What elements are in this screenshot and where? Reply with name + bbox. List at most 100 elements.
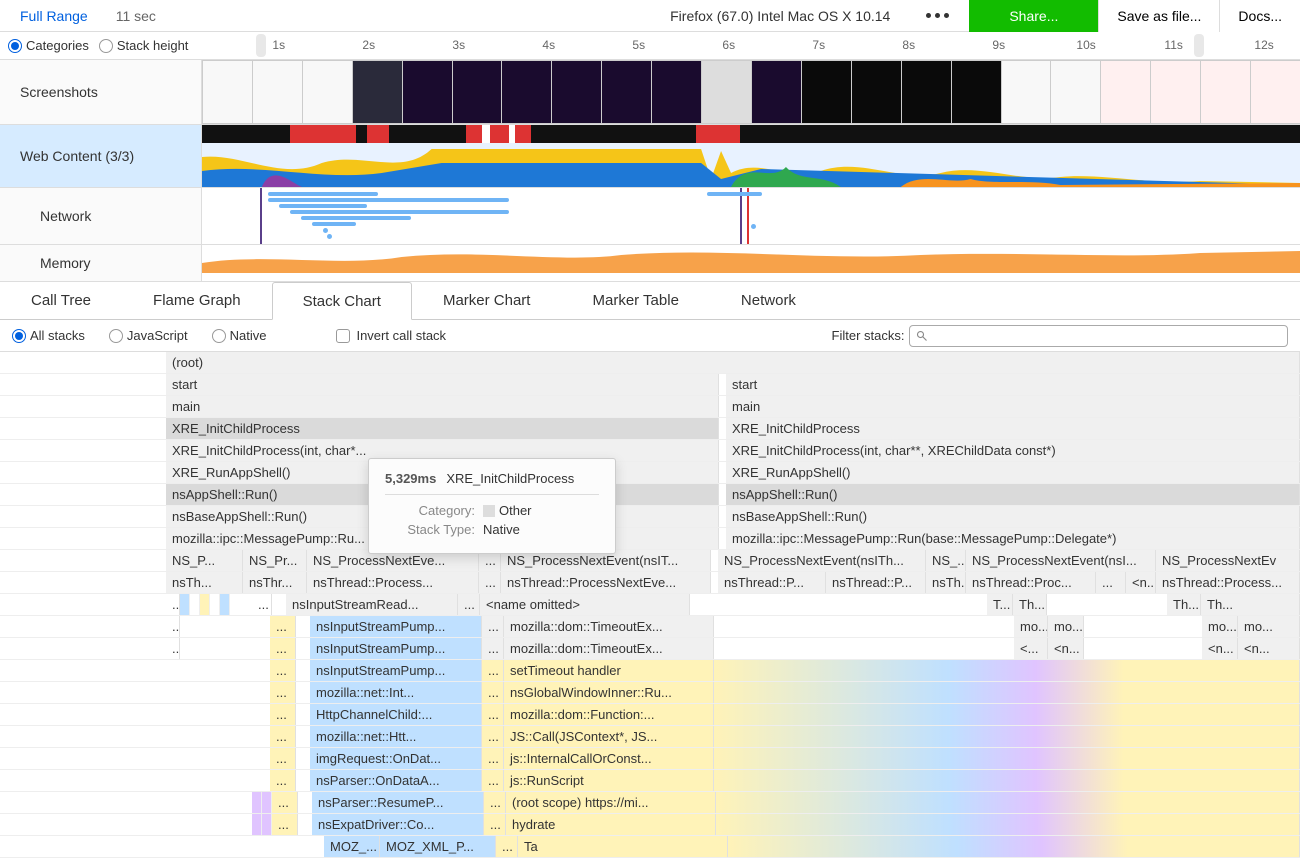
stack-frame[interactable]: ...: [272, 814, 298, 835]
stack-frame[interactable]: XRE_InitChildProcess: [726, 418, 1300, 439]
stack-frame[interactable]: mozilla::ipc::MessagePump::Run(base::Mes…: [726, 528, 1300, 549]
stack-frame[interactable]: mozilla::net::Htt...: [310, 726, 482, 747]
stack-frame[interactable]: ...: [270, 638, 296, 659]
native-radio[interactable]: Native: [212, 328, 267, 343]
stack-frame[interactable]: [714, 770, 1300, 791]
stack-frame[interactable]: nsTh...: [926, 572, 966, 593]
stack-frame[interactable]: <n...: [1238, 638, 1300, 659]
stack-frame[interactable]: [714, 726, 1300, 747]
stack-frame[interactable]: nsThread::Process...: [1156, 572, 1300, 593]
stack-frame[interactable]: nsGlobalWindowInner::Ru...: [504, 682, 714, 703]
stack-frame[interactable]: ...: [482, 704, 504, 725]
stack-frame[interactable]: NS_...: [926, 550, 966, 571]
stack-frame[interactable]: HttpChannelChild:...: [310, 704, 482, 725]
stack-frame[interactable]: [716, 792, 1300, 813]
stack-frame[interactable]: hydrate: [506, 814, 716, 835]
filter-stacks-input[interactable]: [909, 325, 1288, 347]
stack-frame[interactable]: mozilla::dom::TimeoutEx...: [504, 616, 714, 637]
stack-frame[interactable]: imgRequest::OnDat...: [310, 748, 482, 769]
stack-frame[interactable]: nsBaseAppShell::Run(): [726, 506, 1300, 527]
stack-frame[interactable]: XRE_RunAppShell(): [726, 462, 1300, 483]
stack-frame[interactable]: NS_ProcessNextEvent(nsITh...: [718, 550, 926, 571]
categories-radio[interactable]: Categories: [8, 38, 89, 53]
stack-frame[interactable]: nsThr...: [243, 572, 307, 593]
docs-button[interactable]: Docs...: [1219, 0, 1300, 32]
stack-frame[interactable]: mo...: [1048, 616, 1084, 637]
time-ruler[interactable]: 1s 2s 3s 4s 5s 6s 7s 8s 9s 10s 11s 12s: [238, 32, 1300, 59]
stack-frame[interactable]: mo...: [1238, 616, 1300, 637]
stack-frame[interactable]: (root): [166, 352, 1300, 373]
stack-frame[interactable]: NS_Pr...: [243, 550, 307, 571]
tab-marker-chart[interactable]: Marker Chart: [412, 282, 562, 319]
stack-frame[interactable]: [714, 748, 1300, 769]
stack-frame[interactable]: mozilla::net::Int...: [310, 682, 482, 703]
save-file-button[interactable]: Save as file...: [1098, 0, 1219, 32]
stack-frame[interactable]: XRE_InitChildProcess(int, char**, XREChi…: [726, 440, 1300, 461]
stack-frame[interactable]: ...: [272, 792, 298, 813]
stack-frame[interactable]: [728, 836, 1300, 857]
tab-flame-graph[interactable]: Flame Graph: [122, 282, 272, 319]
stack-frame[interactable]: start: [166, 374, 719, 395]
stack-height-radio[interactable]: Stack height: [99, 38, 189, 53]
stack-frame[interactable]: NS_P...: [166, 550, 243, 571]
stack-frame[interactable]: [716, 814, 1300, 835]
invert-checkbox[interactable]: Invert call stack: [336, 328, 446, 343]
stack-frame[interactable]: ...: [270, 770, 296, 791]
stack-frame[interactable]: ...: [270, 682, 296, 703]
stack-frame[interactable]: JS::Call(JSContext*, JS...: [504, 726, 714, 747]
javascript-radio[interactable]: JavaScript: [109, 328, 188, 343]
stack-frame[interactable]: ...: [482, 660, 504, 681]
stack-frame[interactable]: [714, 704, 1300, 725]
stack-frame[interactable]: ...: [270, 704, 296, 725]
stack-frame[interactable]: ...: [270, 660, 296, 681]
stack-frame[interactable]: Ta: [518, 836, 728, 857]
full-range-link[interactable]: Full Range: [0, 8, 108, 24]
stack-frame[interactable]: main: [166, 396, 719, 417]
stack-frame[interactable]: ...: [166, 594, 180, 615]
stack-frame[interactable]: ...: [482, 638, 504, 659]
web-content-track[interactable]: [202, 125, 1300, 187]
stack-frame[interactable]: nsThread::P...: [826, 572, 926, 593]
stack-frame[interactable]: nsInputStreamPump...: [310, 660, 482, 681]
tab-stack-chart[interactable]: Stack Chart: [272, 282, 412, 320]
memory-track[interactable]: [202, 245, 1300, 273]
stack-frame[interactable]: Th...: [1167, 594, 1201, 615]
share-button[interactable]: Share...: [969, 0, 1098, 32]
range-end-handle[interactable]: [1194, 34, 1204, 57]
stack-frame[interactable]: <n...: [1048, 638, 1084, 659]
stack-frame[interactable]: nsInputStreamPump...: [310, 638, 482, 659]
stack-frame[interactable]: ...: [482, 770, 504, 791]
stack-frame[interactable]: nsThread::Process...: [307, 572, 479, 593]
stack-frame[interactable]: XRE_InitChildProcess: [166, 418, 719, 439]
stack-frame[interactable]: <name omitted>: [480, 594, 690, 615]
stack-frame[interactable]: mozilla::dom::TimeoutEx...: [504, 638, 714, 659]
stack-frame[interactable]: ...: [458, 594, 480, 615]
stack-frame[interactable]: nsInputStreamRead...: [286, 594, 458, 615]
all-stacks-radio[interactable]: All stacks: [12, 328, 85, 343]
stack-frame[interactable]: ...: [1096, 572, 1126, 593]
stack-frame[interactable]: ...: [496, 836, 518, 857]
stack-frame[interactable]: nsThread::Proc...: [966, 572, 1096, 593]
more-menu-button[interactable]: [906, 0, 969, 31]
network-track[interactable]: [202, 188, 1300, 244]
tab-marker-table[interactable]: Marker Table: [561, 282, 709, 319]
stack-frame[interactable]: ...: [482, 616, 504, 637]
stack-frame[interactable]: <n...: [1126, 572, 1156, 593]
stack-frame[interactable]: ...: [482, 682, 504, 703]
stack-frame[interactable]: MOZ_...: [324, 836, 380, 857]
stack-frame[interactable]: setTimeout handler: [504, 660, 714, 681]
stack-frame[interactable]: js::RunScript: [504, 770, 714, 791]
stack-frame[interactable]: mo...: [1202, 616, 1238, 637]
stack-frame[interactable]: (root scope) https://mi...: [506, 792, 716, 813]
stack-frame[interactable]: Th...: [1013, 594, 1047, 615]
stack-frame[interactable]: ...: [270, 616, 296, 637]
stack-frame[interactable]: <n...: [1202, 638, 1238, 659]
stack-frame[interactable]: nsAppShell::Run(): [726, 484, 1300, 505]
stack-frame[interactable]: ...: [252, 594, 272, 615]
web-content-track-label[interactable]: Web Content (3/3): [0, 125, 202, 187]
stack-frame[interactable]: ...: [270, 726, 296, 747]
stack-frame[interactable]: ...: [479, 572, 501, 593]
stack-frame[interactable]: nsInputStreamPump...: [310, 616, 482, 637]
network-track-label[interactable]: Network: [0, 188, 202, 244]
screenshots-strip[interactable]: [202, 60, 1300, 124]
